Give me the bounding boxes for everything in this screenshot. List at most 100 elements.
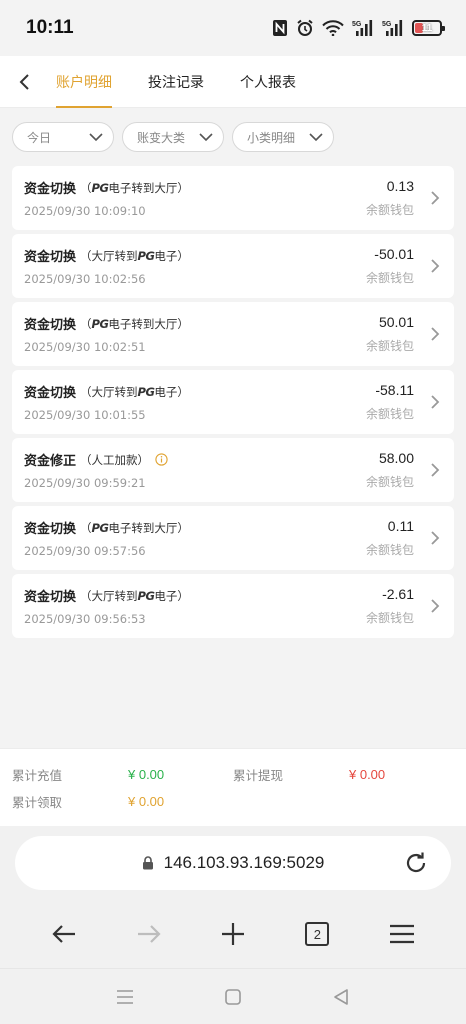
record-item[interactable]: 资金切换 （大厅转到PG电子） 2025/09/30 10:01:55 -58.11 余… (12, 370, 454, 434)
record-detail: （PG电子转到大厅） (80, 316, 189, 332)
record-title: 资金修正 （人工加款） (24, 450, 366, 469)
browser-forward-button[interactable] (127, 914, 171, 954)
record-amount-block: -58.11 余额钱包 (366, 382, 414, 422)
record-detail: （大厅转到PG电子） (80, 248, 189, 264)
record-detail: （大厅转到PG电子） (80, 588, 189, 604)
menu-lines-icon (117, 989, 133, 1004)
tab-account-details[interactable]: 账户明细 (56, 56, 112, 108)
address-bar[interactable]: 146.103.93.169:5029 (15, 836, 451, 890)
record-detail: （PG电子转到大厅） (80, 180, 189, 196)
chevron-down-icon (309, 132, 323, 141)
main-content: 今日 账变大类 小类明细 资金切换 （PG电子转到大厅） 2025/09/30 10… (0, 108, 466, 748)
record-wallet: 余额钱包 (365, 475, 414, 489)
record-title: 资金切换 （PG电子转到大厅） (24, 518, 366, 538)
tabs-button[interactable]: 2 (295, 914, 339, 954)
triangle-back-icon (334, 988, 348, 1005)
record-amount: 0.13 (386, 178, 414, 194)
record-item[interactable]: 资金切换 （大厅转到PG电子） 2025/09/30 09:56:53 -2.61 余额… (12, 574, 454, 638)
record-detail: （大厅转到PG电子） (80, 384, 189, 400)
nfc-icon (272, 19, 288, 37)
record-time: 2025/09/30 10:02:51 (24, 340, 146, 354)
tab-bet-records[interactable]: 投注记录 (148, 56, 204, 108)
record-detail-text: 电子） (154, 384, 189, 399)
record-info: 资金切换 （大厅转到PG电子） 2025/09/30 10:02:56 (24, 246, 366, 287)
record-detail-prefix: （ (80, 316, 92, 331)
chevron-left-icon (19, 73, 29, 90)
record-info: 资金切换 （PG电子转到大厅） 2025/09/30 09:57:56 (24, 518, 366, 559)
record-type: 资金修正 (24, 454, 77, 469)
chevron-right-icon (428, 598, 442, 614)
filter-date-dropdown[interactable]: 今日 (12, 122, 114, 152)
record-detail-text: 电子） (154, 248, 189, 263)
lock-icon (142, 856, 154, 870)
record-detail-text: 电子转到大厅） (108, 520, 189, 535)
record-detail-text: 电子转到大厅） (108, 180, 189, 195)
record-list: 资金切换 （PG电子转到大厅） 2025/09/30 10:09:10 0.13 余额钱… (0, 152, 466, 638)
menu-button[interactable] (380, 914, 424, 954)
chevron-down-icon (89, 132, 103, 141)
record-detail: （PG电子转到大厅） (80, 520, 189, 536)
record-info: 资金切换 （PG电子转到大厅） 2025/09/30 10:02:51 (24, 314, 366, 355)
recent-apps-button[interactable] (116, 989, 134, 1005)
battery-icon: 11 (412, 20, 445, 36)
summary-panel: 累计充值 ¥ 0.00 累计提现 ¥ 0.00 累计领取 ¥ 0.00 (0, 748, 466, 826)
record-item[interactable]: 资金修正 （人工加款） 2025/09/30 09:59:21 58.00 余额钱包 (12, 438, 454, 502)
record-amount-block: 58.00 余额钱包 (366, 450, 414, 490)
new-tab-button[interactable] (211, 914, 255, 954)
claim-label: 累计领取 (12, 795, 63, 810)
filter-subcategory-label: 小类明细 (247, 130, 296, 145)
browser-toolbar: 2 (0, 914, 466, 954)
record-wallet: 余额钱包 (365, 543, 414, 557)
record-title: 资金切换 （大厅转到PG电子） (24, 382, 366, 402)
record-time: 2025/09/30 10:09:10 (24, 204, 146, 218)
record-item[interactable]: 资金切换 （PG电子转到大厅） 2025/09/30 09:57:56 0.11 余额钱… (12, 506, 454, 570)
square-icon (225, 988, 241, 1005)
signal-icon-2: 5G (382, 19, 404, 37)
record-info: 资金修正 （人工加款） 2025/09/30 09:59:21 (24, 450, 366, 490)
record-amount: -58.11 (375, 382, 414, 398)
chevron-right-icon (428, 190, 442, 206)
record-item[interactable]: 资金切换 （PG电子转到大厅） 2025/09/30 10:02:51 50.01 余额… (12, 302, 454, 366)
browser-chrome: 146.103.93.169:5029 2 (0, 826, 466, 968)
pg-logo: PG (91, 180, 109, 195)
record-item[interactable]: 资金切换 （大厅转到PG电子） 2025/09/30 10:02:56 -50.01 余… (12, 234, 454, 298)
record-type: 资金切换 (24, 590, 77, 605)
claim-value: ¥ 0.00 (128, 794, 165, 809)
filter-subcategory-dropdown[interactable]: 小类明细 (232, 122, 334, 152)
status-icons: 5G 5G 11 (272, 19, 445, 37)
record-amount: 0.11 (387, 518, 414, 534)
chevron-right-icon (428, 530, 442, 546)
record-info: 资金切换 （大厅转到PG电子） 2025/09/30 09:56:53 (24, 586, 366, 627)
record-type: 资金切换 (24, 250, 77, 265)
record-time: 2025/09/30 09:59:21 (24, 476, 146, 490)
record-type: 资金切换 (24, 182, 77, 197)
status-bar: 10:11 5G 5G 11 (0, 0, 466, 56)
record-type: 资金切换 (24, 522, 77, 537)
tab-personal-report[interactable]: 个人报表 (240, 56, 296, 108)
record-detail-prefix: （大厅转到 (80, 248, 138, 263)
system-back-button[interactable] (332, 988, 350, 1006)
record-title: 资金切换 （PG电子转到大厅） (24, 314, 366, 334)
pg-logo: PG (137, 248, 155, 263)
record-amount-block: 0.11 余额钱包 (366, 518, 414, 558)
browser-back-button[interactable] (42, 914, 86, 954)
record-detail: （人工加款） (80, 452, 149, 468)
arrow-right-icon (137, 925, 161, 943)
pg-logo: PG (137, 588, 155, 603)
info-icon[interactable] (155, 453, 168, 466)
record-amount-block: 0.13 余额钱包 (366, 178, 414, 218)
url-text: 146.103.93.169:5029 (163, 853, 325, 872)
filter-category-dropdown[interactable]: 账变大类 (122, 122, 224, 152)
record-detail-text: 电子转到大厅） (108, 316, 189, 331)
record-wallet: 余额钱包 (365, 339, 414, 353)
wifi-icon (322, 20, 344, 36)
back-button[interactable] (0, 56, 48, 108)
filter-bar: 今日 账变大类 小类明细 (0, 108, 466, 152)
recharge-value: ¥ 0.00 (128, 767, 165, 782)
record-time: 2025/09/30 10:02:56 (24, 272, 146, 286)
reload-icon[interactable] (403, 850, 429, 876)
home-button[interactable] (224, 988, 242, 1006)
filter-category-label: 账变大类 (137, 130, 186, 145)
record-amount-block: 50.01 余额钱包 (366, 314, 414, 354)
record-item[interactable]: 资金切换 （PG电子转到大厅） 2025/09/30 10:09:10 0.13 余额钱… (12, 166, 454, 230)
